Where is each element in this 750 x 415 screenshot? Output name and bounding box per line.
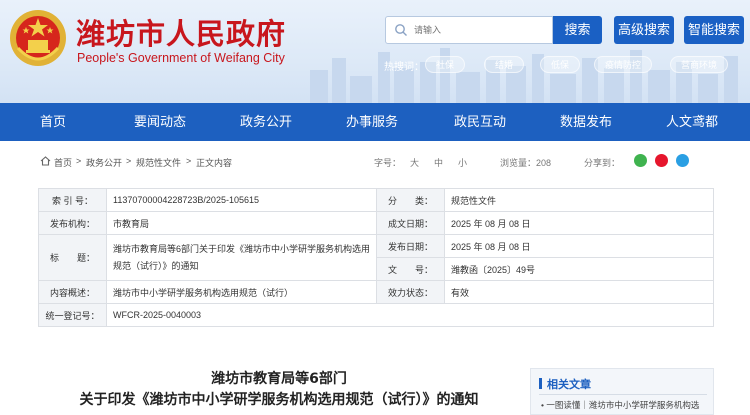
site-subtitle: People's Government of Weifang City [77,51,285,65]
weibo-share-icon[interactable] [655,154,668,167]
validity-label: 效力状态： [376,280,445,304]
breadcrumb-current: 正文内容 [196,158,233,168]
published-date-label: 发布日期： [376,234,445,258]
registration-code-label: 统一登记号： [38,303,107,327]
breadcrumb-home[interactable]: 首页 [54,156,72,169]
related-heading-bar [539,378,542,389]
view-count: 浏览量：208 [500,158,552,168]
index-value: 11370700004228723B/2025-105615 [106,188,377,212]
breadcrumb-separator: > [126,156,132,166]
related-articles-panel: 相关文章 • 一图读懂｜潍坊市中小学研学服务机构选 [530,368,714,415]
font-size-medium[interactable]: 中 [434,156,443,169]
hot-word-tag[interactable]: 疫情防控 [594,56,652,73]
nav-item-services[interactable]: 办事服务 [336,103,408,141]
share-label: 分享到： [584,158,621,168]
search-input[interactable] [414,21,544,39]
publisher-label: 发布机构： [38,211,107,235]
created-date-label: 成文日期： [376,211,445,235]
hot-word-tag[interactable]: 结婚 [484,56,524,73]
search-button[interactable]: 搜索 [553,16,602,44]
title-value: 潍坊市教育局等6部门关于印发《潍坊市中小学研学服务机构选用规范（试行）》的通知 [106,234,377,281]
article-title-line2: 关于印发《潍坊市中小学研学服务机构选用规范（试行）》的通知 [79,392,479,408]
font-size-small[interactable]: 小 [458,156,467,169]
related-article-link[interactable]: • 一图读懂｜潍坊市中小学研学服务机构选 [541,399,711,411]
hot-words-label: 热搜词： [384,62,424,73]
hot-word-tag[interactable]: 社保 [425,56,465,73]
national-emblem-icon [10,10,66,66]
article-title-line1: 潍坊市教育局等6部门 [211,371,347,387]
related-article-title: 一图读懂｜潍坊市中小学研学服务机构选 [546,400,700,410]
wechat-share-icon[interactable] [634,154,647,167]
published-date-value: 2025 年 08 月 08 日 [444,234,714,258]
nav-item-gov-affairs[interactable]: 政务公开 [230,103,302,141]
breadcrumb-gov-affairs[interactable]: 政务公开 [86,156,122,169]
nav-item-data[interactable]: 数据发布 [550,103,622,141]
main-nav: 首页 要闻动态 政务公开 办事服务 政民互动 数据发布 人文鸢都 [0,103,750,141]
nav-item-news[interactable]: 要闻动态 [124,103,196,141]
breadcrumb-normative-docs[interactable]: 规范性文件 [136,156,181,169]
divider [539,394,707,395]
font-size-label: 字号： [374,158,402,168]
breadcrumb: 首页 > 政务公开 > 规范性文件 > 正文内容 字号： 大 中 小 浏览量：2… [38,150,714,172]
nav-item-home[interactable]: 首页 [24,103,82,141]
publisher-value: 市教育局 [106,211,377,235]
document-info-table: 索 引 号： 11370700004228723B/2025-105615 分 … [38,188,714,327]
nav-item-culture[interactable]: 人文鸢都 [656,103,728,141]
font-size-large[interactable]: 大 [410,156,419,169]
summary-label: 内容概述： [38,280,107,304]
hot-word-tag[interactable]: 低保 [540,56,580,73]
breadcrumb-separator: > [76,156,82,166]
index-label: 索 引 号： [38,188,107,212]
breadcrumb-separator: > [186,156,192,166]
title-label: 标 题： [38,234,107,281]
advanced-search-button[interactable]: 高级搜索 [614,16,674,44]
category-label: 分 类： [376,188,445,212]
registration-code-value: WFCR-2025-0040003 [106,303,714,327]
doc-number-label: 文 号： [376,257,445,281]
created-date-value: 2025 年 08 月 08 日 [444,211,714,235]
qq-share-icon[interactable] [676,154,689,167]
hot-word-tag[interactable]: 营商环境 [670,56,728,73]
doc-number-value: 潍教函〔2025〕49号 [444,257,714,281]
search-icon [395,24,407,36]
category-value: 规范性文件 [444,188,714,212]
smart-search-button[interactable]: 智能搜索 [684,16,744,44]
site-header: 潍坊市人民政府 People's Government of Weifang C… [0,0,750,103]
home-icon [40,156,51,166]
site-title[interactable]: 潍坊市人民政府 [76,11,286,53]
summary-value: 潍坊市中小学研学服务机构选用规范（试行） [106,280,377,304]
nav-item-interaction[interactable]: 政民互动 [444,103,516,141]
validity-value: 有效 [444,280,714,304]
search-box [385,16,553,44]
related-heading: 相关文章 [547,379,591,391]
